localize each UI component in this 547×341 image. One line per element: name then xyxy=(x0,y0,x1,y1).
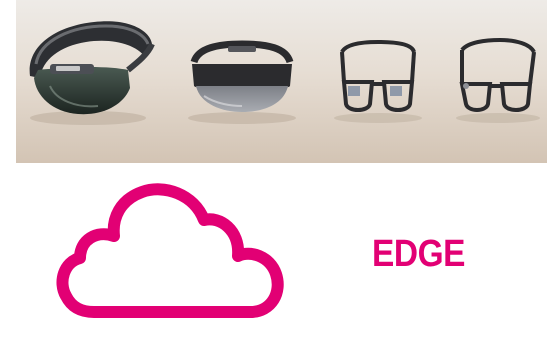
edge-label: EDGE xyxy=(372,233,466,275)
ar-headsets-photo xyxy=(16,0,547,163)
page: EDGE xyxy=(0,0,547,341)
cloud-icon xyxy=(54,178,288,321)
